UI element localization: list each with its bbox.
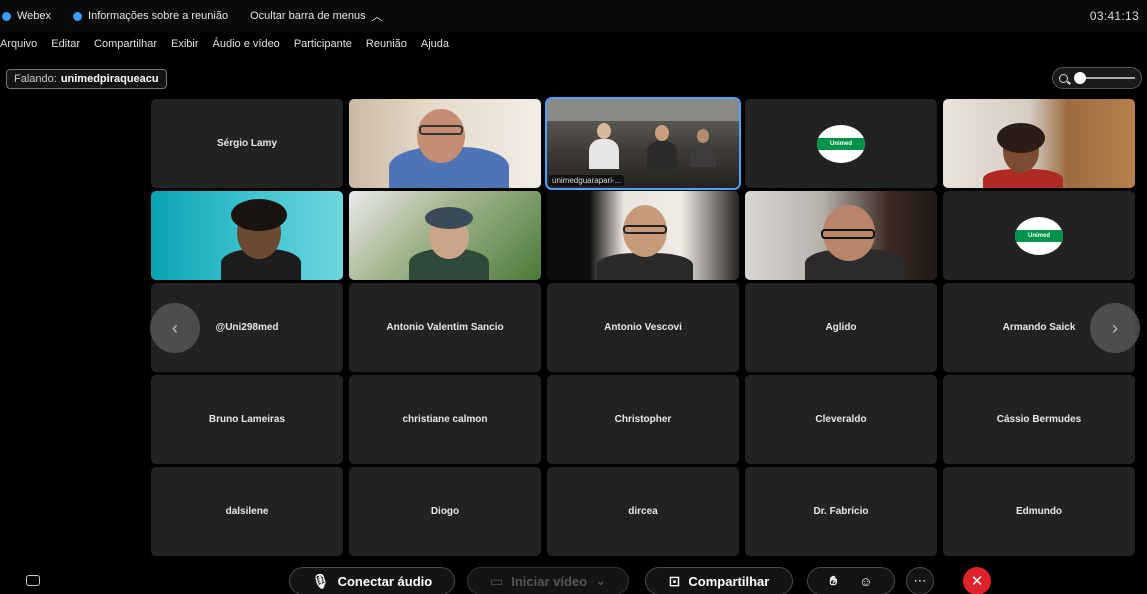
previous-page-button[interactable]: ‹	[150, 303, 200, 353]
participant-tile[interactable]: Christopher	[547, 375, 739, 464]
unimed-logo-icon: Unimed	[1015, 216, 1063, 255]
chevron-left-icon: ‹	[172, 317, 178, 338]
participant-name: christiane calmon	[402, 414, 488, 425]
video-feed	[745, 191, 937, 280]
participant-name: Bruno Lameiras	[208, 414, 286, 425]
hide-menu-label: Ocultar barra de menus	[250, 10, 366, 22]
menu-exibir[interactable]: Exibir	[171, 38, 199, 50]
participant-name: Cleveraldo	[815, 414, 867, 425]
participant-name: Antonio Valentim Sancio	[386, 322, 504, 333]
participant-name: Antonio Vescovi	[604, 322, 682, 333]
close-icon: ✕	[970, 573, 984, 590]
participant-name: @Uni298med	[215, 322, 279, 333]
speaker-name: unimedpiraqueacu	[60, 73, 159, 85]
start-video-button[interactable]: ▭ Iniciar vídeo ⌄	[467, 567, 629, 594]
participant-tile[interactable]: Antonio Vescovi	[547, 283, 739, 372]
reactions-group: ✋︎ ☺	[807, 567, 895, 594]
emoji-icon[interactable]: ☺	[859, 574, 872, 589]
next-page-button[interactable]: ›	[1090, 303, 1140, 353]
active-speaker-badge: Falando: unimedpiraqueacu	[6, 69, 167, 89]
zoom-icon	[1059, 73, 1068, 83]
start-video-label: Iniciar vídeo	[511, 573, 588, 589]
menu-bar: Arquivo Editar Compartilhar Exibir Áudio…	[0, 34, 463, 54]
participant-tile[interactable]: Edmundo	[943, 467, 1135, 556]
participant-tile[interactable]: Unimed	[745, 99, 937, 188]
zoom-knob[interactable]	[1074, 72, 1086, 84]
video-feed	[943, 99, 1135, 188]
share-label: Compartilhar	[688, 573, 770, 589]
participant-tile[interactable]: dircea	[547, 467, 739, 556]
video-feed	[547, 191, 739, 280]
control-bar: 🎙︎ Conectar áudio ▭ Iniciar vídeo ⌄ ⊡ Co…	[0, 560, 1147, 594]
participant-name: Sérgio Lamy	[216, 138, 278, 149]
participant-tile[interactable]: Bruno Lameiras	[151, 375, 343, 464]
app-title: Webex	[2, 10, 51, 22]
video-feed	[349, 191, 541, 280]
participant-tile[interactable]: christiane calmon	[349, 375, 541, 464]
participant-name: dircea	[628, 506, 658, 517]
participant-tile[interactable]: Dr. Fabrício	[745, 467, 937, 556]
participant-name: Dr. Fabrício	[813, 506, 869, 517]
chevron-right-icon: ›	[1112, 317, 1118, 338]
chevron-up-icon: ︿	[371, 11, 383, 23]
microphone-icon: 🎙︎	[311, 572, 330, 589]
participant-video-active[interactable]: unimedguarapari-...	[545, 97, 741, 190]
raise-hand-icon[interactable]: ✋︎	[830, 573, 837, 589]
participant-name: Diogo	[430, 506, 460, 517]
zoom-track[interactable]	[1074, 72, 1135, 84]
menu-arquivo[interactable]: Arquivo	[0, 38, 37, 50]
participant-video[interactable]	[547, 191, 739, 280]
participant-name: Christopher	[614, 414, 672, 425]
participant-tile[interactable]: Aglido	[745, 283, 937, 372]
video-feed	[349, 99, 541, 188]
zoom-slider[interactable]	[1052, 67, 1142, 89]
more-options-button[interactable]: ⋯	[906, 567, 934, 594]
participant-name: Armando Saick	[1002, 322, 1076, 333]
participant-video[interactable]	[943, 99, 1135, 188]
participant-tile[interactable]: Sérgio Lamy	[151, 99, 343, 188]
menu-participante[interactable]: Participante	[294, 38, 352, 50]
participant-tile[interactable]: dalsilene	[151, 467, 343, 556]
meeting-clock: 03:41:13	[1089, 9, 1139, 23]
participant-tile[interactable]: Unimed	[943, 191, 1135, 280]
participant-name: Aglido	[825, 322, 857, 333]
participant-tile[interactable]: Diogo	[349, 467, 541, 556]
more-icon: ⋯	[913, 573, 927, 588]
menu-editar[interactable]: Editar	[51, 38, 80, 50]
title-bar: Webex Informações sobre a reunião Oculta…	[0, 0, 1147, 32]
menu-ajuda[interactable]: Ajuda	[421, 38, 449, 50]
share-button[interactable]: ⊡ Compartilhar	[645, 567, 793, 594]
leave-meeting-button[interactable]: ✕	[963, 567, 991, 594]
menu-compartilhar[interactable]: Compartilhar	[94, 38, 157, 50]
participant-video[interactable]	[151, 191, 343, 280]
speaking-label: Falando:	[14, 73, 57, 85]
unimed-logo-icon: Unimed	[817, 124, 865, 163]
share-screen-icon: ⊡	[668, 572, 681, 589]
participant-tile[interactable]: Antonio Valentim Sancio	[349, 283, 541, 372]
video-feed	[151, 191, 343, 280]
app-name: Webex	[17, 10, 52, 22]
info-icon	[73, 11, 83, 21]
connect-audio-button[interactable]: 🎙︎ Conectar áudio	[289, 567, 455, 594]
participant-video[interactable]	[349, 191, 541, 280]
meeting-info-label: Informações sobre a reunião	[88, 10, 229, 22]
participant-name: dalsilene	[225, 506, 269, 517]
participant-video[interactable]	[745, 191, 937, 280]
menu-audio-video[interactable]: Áudio e vídeo	[213, 38, 280, 50]
menu-reuniao[interactable]: Reunião	[366, 38, 407, 50]
chevron-down-icon: ⌄	[595, 573, 606, 588]
connect-audio-label: Conectar áudio	[337, 573, 433, 589]
participant-name-tag: unimedguarapari-...	[549, 175, 625, 186]
meeting-info-button[interactable]: Informações sobre a reunião	[73, 10, 228, 22]
participant-name: Edmundo	[1015, 506, 1063, 517]
camera-icon: ▭	[489, 572, 504, 589]
webex-logo-icon	[2, 11, 11, 21]
participant-grid: Sérgio Lamy unimedguarapari-... Unimed U…	[151, 97, 1141, 557]
participant-tile[interactable]: Cleveraldo	[745, 375, 937, 464]
participant-tile[interactable]: Cássio Bermudes	[943, 375, 1135, 464]
participant-video[interactable]	[349, 99, 541, 188]
hide-menu-button[interactable]: Ocultar barra de menus ︿	[250, 8, 383, 24]
participant-name: Cássio Bermudes	[996, 414, 1082, 425]
